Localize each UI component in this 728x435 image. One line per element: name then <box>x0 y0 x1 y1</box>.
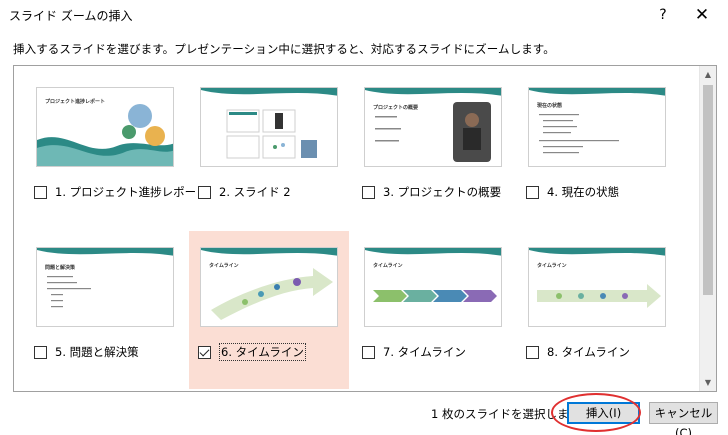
dialog-title: スライド ズームの挿入 <box>9 9 133 23</box>
help-button[interactable]: ? <box>650 3 676 27</box>
slide-item-1[interactable]: プロジェクト進捗レポート 1. プロジェクト進捗レポート <box>25 71 208 229</box>
slide-thumbnail-2[interactable] <box>200 87 338 167</box>
slide-8-check-row[interactable]: 8. タイムライン <box>526 344 630 360</box>
slide-thumbnail-5[interactable]: 問題と解決策 <box>36 247 174 327</box>
slide-1-checkbox[interactable] <box>34 185 47 199</box>
slide-3-check-row[interactable]: 3. プロジェクトの概要 <box>362 184 501 200</box>
slide-6-graphic <box>201 248 337 320</box>
slide-6-check-row[interactable]: 6. タイムライン <box>198 343 306 361</box>
slide-thumbnail-6[interactable]: タイムライン <box>200 247 338 327</box>
slide-4-check-row[interactable]: 4. 現在の状態 <box>526 184 619 200</box>
slide-7-checkbox[interactable] <box>362 345 375 359</box>
slide-7-check-row[interactable]: 7. タイムライン <box>362 344 466 360</box>
slide-4-label: 4. 現在の状態 <box>547 185 620 199</box>
slide-item-6[interactable]: タイムライン 6. タイムライン <box>189 231 349 389</box>
vertical-scrollbar[interactable]: ▲ ▼ <box>699 66 716 391</box>
instruction-text: 挿入するスライドを選びます。プレゼンテーション中に選択すると、対応するスライドに… <box>13 42 555 56</box>
slide-7-graphic <box>365 248 501 302</box>
slide-2-check-row[interactable]: 2. スライド 2 <box>198 184 291 200</box>
slide-item-8[interactable]: タイムライン 8. タイムライン <box>517 231 677 389</box>
slide-4-title: 現在の状態 <box>537 103 563 109</box>
scroll-thumb[interactable] <box>703 85 713 295</box>
slide-thumbnail-8[interactable]: タイムライン <box>528 247 666 327</box>
cancel-button[interactable]: キャンセル(C) <box>649 402 718 435</box>
slide-5-graphic <box>37 248 173 308</box>
slide-6-title: タイムライン <box>209 263 239 269</box>
scroll-up-arrow-icon[interactable]: ▲ <box>700 66 716 83</box>
insert-button[interactable]: 挿入(I) <box>567 402 640 424</box>
slide-thumbnail-7[interactable]: タイムライン <box>364 247 502 327</box>
slide-thumbnail-3[interactable]: プロジェクトの概要 <box>364 87 502 167</box>
slide-2-label: 2. スライド 2 <box>219 185 291 199</box>
slide-8-label: 8. タイムライン <box>547 345 630 359</box>
slide-4-graphic <box>529 88 665 154</box>
slide-5-title: 問題と解決策 <box>45 265 76 271</box>
slide-list: プロジェクト進捗レポート 1. プロジェクト進捗レポート 2. スライド 2 プ… <box>13 65 717 392</box>
slide-thumbnail-1[interactable]: プロジェクト進捗レポート <box>36 87 174 167</box>
slide-thumbnail-4[interactable]: 現在の状態 <box>528 87 666 167</box>
slide-item-3[interactable]: プロジェクトの概要 3. プロジェクトの概要 <box>353 71 513 229</box>
slide-3-label: 3. プロジェクトの概要 <box>383 185 502 199</box>
slide-5-checkbox[interactable] <box>34 345 47 359</box>
slide-6-label: 6. タイムライン <box>219 343 306 361</box>
slide-8-graphic <box>529 248 665 308</box>
slide-6-checkbox[interactable] <box>198 345 211 359</box>
slide-7-title: タイムライン <box>373 263 403 269</box>
slide-item-2[interactable]: 2. スライド 2 <box>189 71 349 229</box>
slide-7-label: 7. タイムライン <box>383 345 466 359</box>
slide-item-5[interactable]: 問題と解決策 5. 問題と解決策 <box>25 231 185 389</box>
slide-8-checkbox[interactable] <box>526 345 539 359</box>
slide-1-label: 1. プロジェクト進捗レポート <box>55 185 208 199</box>
slide-5-label: 5. 問題と解決策 <box>55 345 139 359</box>
slide-2-graphic <box>201 88 337 159</box>
close-button[interactable]: ✕ <box>684 3 720 27</box>
title-bar: スライド ズームの挿入 ? ✕ <box>0 0 728 30</box>
slide-1-title: プロジェクト進捗レポート <box>45 99 106 105</box>
scroll-down-arrow-icon[interactable]: ▼ <box>700 374 716 391</box>
slide-item-7[interactable]: タイムライン 7. タイムライン <box>353 231 513 389</box>
slide-1-check-row[interactable]: 1. プロジェクト進捗レポート <box>34 184 208 200</box>
slide-3-graphic <box>365 88 501 162</box>
slide-item-4[interactable]: 現在の状態 4. 現在の状態 <box>517 71 677 229</box>
slide-4-checkbox[interactable] <box>526 185 539 199</box>
slide-3-checkbox[interactable] <box>362 185 375 199</box>
slide-2-checkbox[interactable] <box>198 185 211 199</box>
slide-5-check-row[interactable]: 5. 問題と解決策 <box>34 344 139 360</box>
slide-3-title: プロジェクトの概要 <box>373 105 419 111</box>
slide-8-title: タイムライン <box>537 263 567 269</box>
